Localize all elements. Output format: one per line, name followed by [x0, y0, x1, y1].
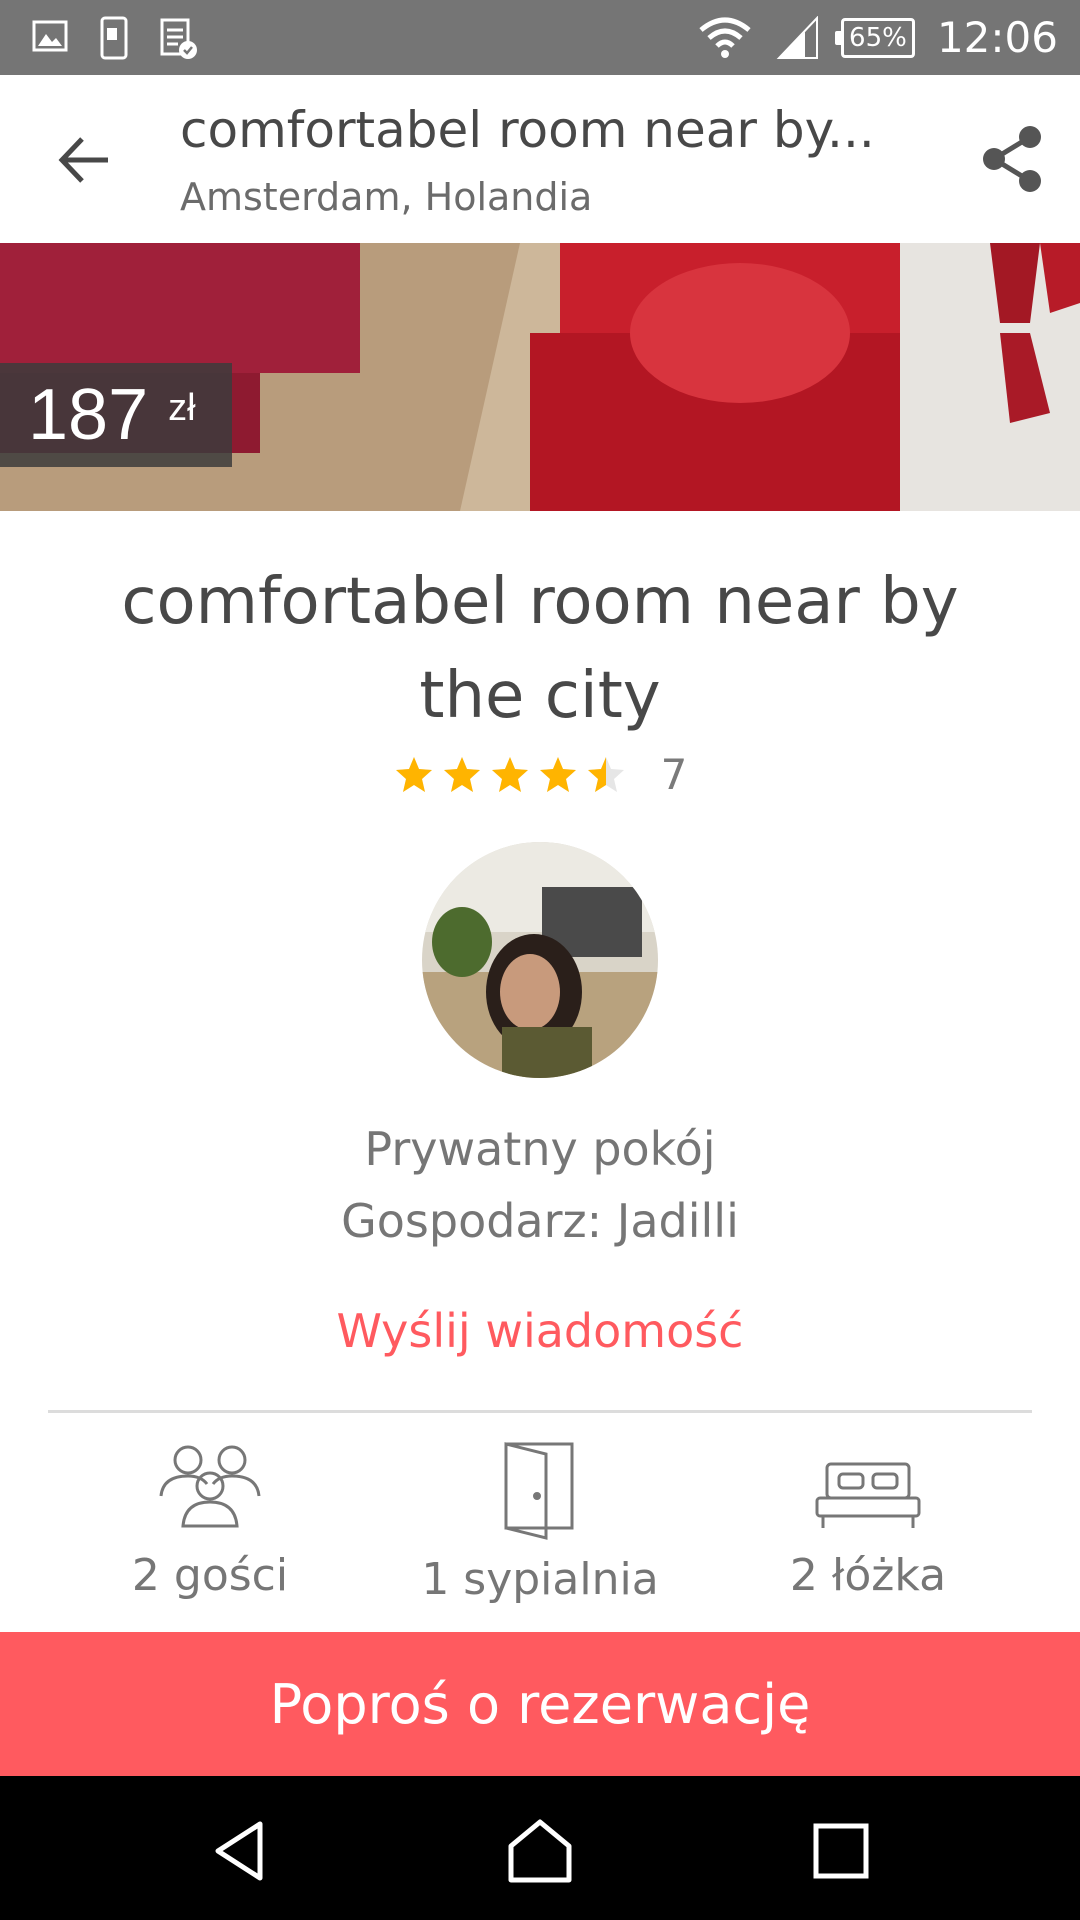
amenities-row: 2 gości 1 sypialnia 2 łóżka [0, 1440, 1080, 1610]
wifi-icon [699, 17, 751, 58]
amenity-beds-label: 2 łóżka [789, 1550, 947, 1601]
nav-home-icon[interactable] [505, 1816, 575, 1886]
star-icon [395, 756, 432, 792]
share-icon[interactable] [974, 121, 1050, 197]
nav-recents-icon[interactable] [806, 1816, 876, 1886]
amenity-bedrooms: 1 sypialnia [390, 1440, 690, 1605]
amenity-beds: 2 łóżka [718, 1440, 1018, 1601]
room-type: Prywatny pokój [364, 1122, 716, 1176]
gallery-icon [32, 20, 68, 52]
status-bar: 65% 12:06 [0, 0, 1080, 75]
system-nav-bar [0, 1776, 1080, 1920]
page-title: comfortabel room near by... [180, 101, 875, 159]
host-name: Gospodarz: Jadilli [341, 1194, 739, 1248]
star-icon [587, 756, 624, 792]
rating-row[interactable]: 7 [0, 750, 1080, 799]
status-time: 12:06 [936, 13, 1058, 62]
star-icon [491, 756, 528, 792]
amenity-guests: 2 gości [60, 1440, 360, 1601]
price-value: 187 [28, 375, 149, 455]
signal-icon [776, 15, 818, 59]
clipboard-icon [160, 18, 197, 59]
bed-icon [815, 1462, 921, 1528]
host-avatar[interactable] [422, 842, 658, 1078]
app-bar: comfortabel room near by... Amsterdam, H… [0, 75, 1080, 243]
listing-photo[interactable]: 187 zł [0, 243, 1080, 511]
review-count: 7 [660, 750, 688, 799]
amenity-guests-label: 2 gości [131, 1550, 289, 1601]
price-currency: zł [168, 386, 196, 429]
page-subtitle: Amsterdam, Holandia [180, 175, 593, 219]
star-rating [393, 754, 627, 796]
guests-icon [159, 1445, 261, 1528]
nav-back-icon[interactable] [206, 1816, 276, 1886]
phone-icon [100, 16, 128, 60]
listing-title: comfortabel room near by the city [121, 565, 959, 733]
divider [48, 1410, 1032, 1413]
price-tag: 187 zł [0, 363, 232, 467]
star-icon [443, 756, 480, 792]
send-message-link[interactable]: Wyślij wiadomość [0, 1304, 1080, 1358]
door-icon [504, 1442, 574, 1540]
amenity-bedrooms-label: 1 sypialnia [421, 1554, 659, 1605]
request-booking-button[interactable]: Poproś o rezerwację [0, 1632, 1080, 1776]
back-arrow-icon[interactable] [50, 125, 120, 195]
star-icon [539, 756, 576, 792]
battery-indicator: 65% [834, 17, 915, 58]
